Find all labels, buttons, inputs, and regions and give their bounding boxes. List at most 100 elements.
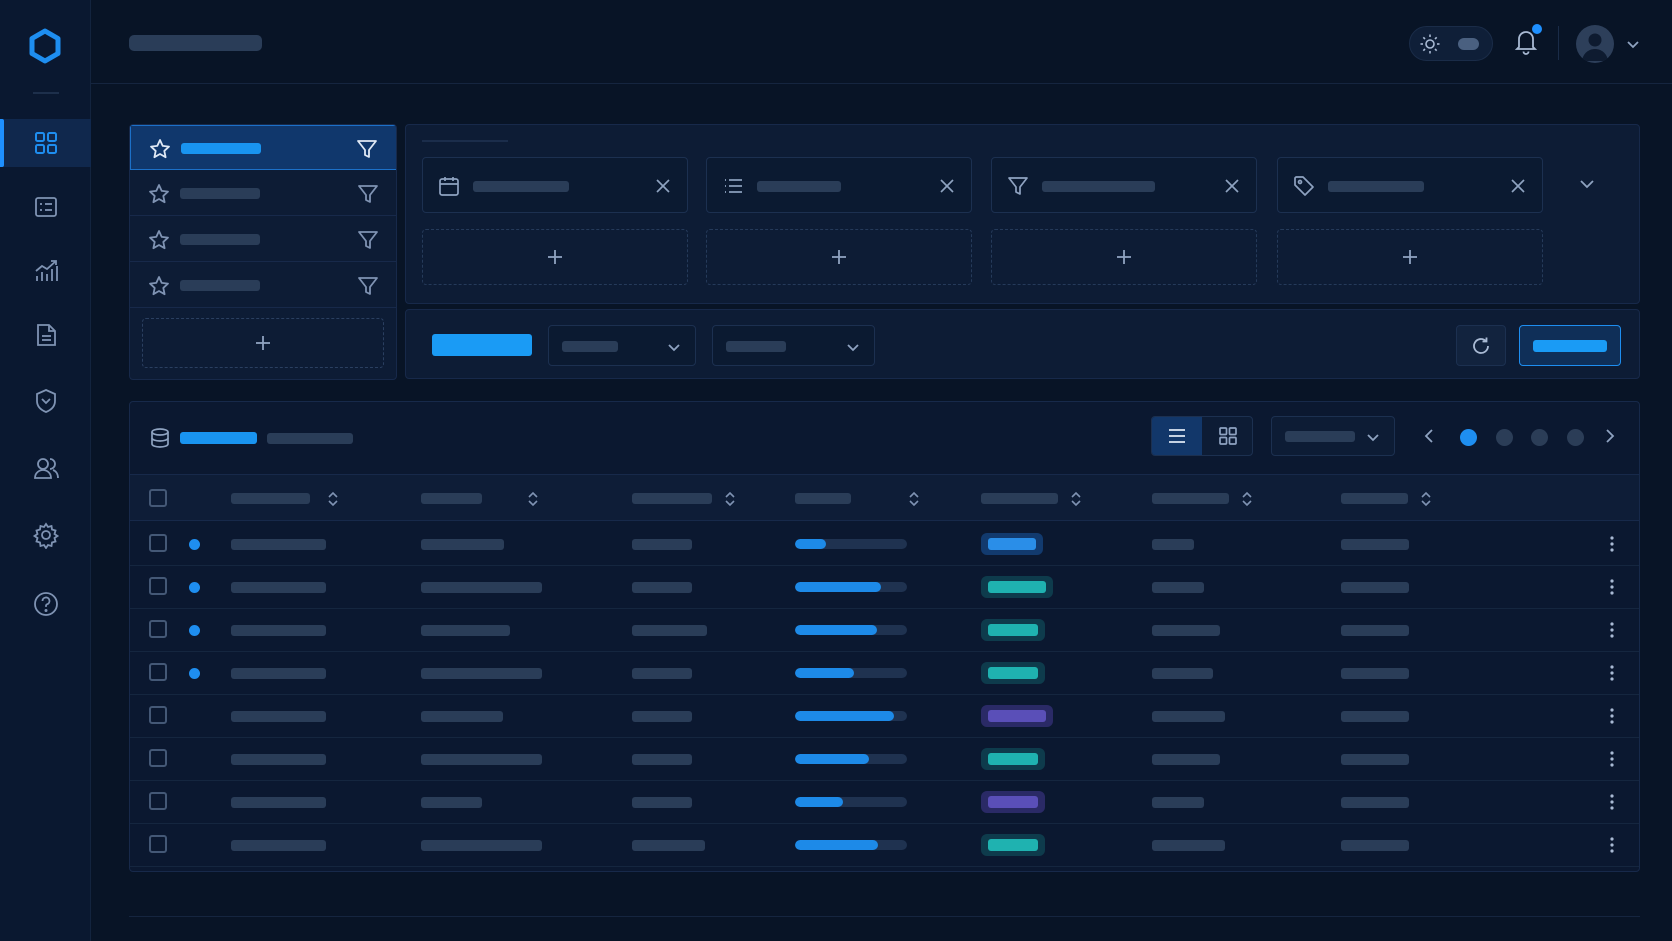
- filter-icon[interactable]: [356, 274, 380, 298]
- saved-filter-item[interactable]: [130, 125, 396, 170]
- row-checkbox[interactable]: [149, 620, 167, 638]
- more-options-icon[interactable]: [1602, 706, 1622, 726]
- cell-date: [1341, 840, 1409, 851]
- more-options-icon[interactable]: [1602, 663, 1622, 683]
- filter-icon[interactable]: [355, 137, 379, 161]
- chevron-left-icon[interactable]: [1419, 426, 1439, 446]
- saved-filter-item[interactable]: [130, 171, 396, 216]
- sort-icon[interactable]: [326, 489, 340, 509]
- sort-icon[interactable]: [907, 489, 921, 509]
- saved-filter-item[interactable]: [130, 217, 396, 262]
- page-indicator[interactable]: [1567, 429, 1584, 446]
- column-header[interactable]: [421, 493, 482, 504]
- page-size-select[interactable]: [1271, 416, 1395, 456]
- column-header[interactable]: [1152, 493, 1229, 504]
- close-icon[interactable]: [937, 176, 957, 196]
- column-header[interactable]: [1341, 493, 1408, 504]
- sidebar-item-documents[interactable]: [0, 311, 91, 359]
- cell-name: [231, 754, 326, 765]
- row-checkbox[interactable]: [149, 749, 167, 767]
- sidebar-item-analytics[interactable]: [0, 247, 91, 295]
- cell-owner: [1152, 625, 1220, 636]
- progress-fill: [795, 840, 878, 850]
- notification-badge: [1532, 24, 1542, 34]
- chevron-down-icon[interactable]: [1625, 36, 1641, 52]
- more-options-icon[interactable]: [1602, 577, 1622, 597]
- table-row[interactable]: [130, 737, 1639, 781]
- plus-icon: [256, 336, 270, 350]
- star-icon[interactable]: [149, 138, 171, 160]
- table-row[interactable]: [130, 694, 1639, 738]
- row-checkbox[interactable]: [149, 835, 167, 853]
- filter-chip-tag[interactable]: [1277, 157, 1543, 213]
- column-header[interactable]: [981, 493, 1058, 504]
- add-condition-button[interactable]: [1277, 229, 1543, 285]
- page-indicator[interactable]: [1531, 429, 1548, 446]
- sort-icon[interactable]: [1240, 489, 1254, 509]
- table-row[interactable]: [130, 565, 1639, 609]
- run-query-button[interactable]: [1519, 325, 1621, 366]
- row-checkbox[interactable]: [149, 663, 167, 681]
- star-icon[interactable]: [148, 183, 170, 205]
- table-row[interactable]: [130, 608, 1639, 652]
- star-icon[interactable]: [148, 275, 170, 297]
- run-query-label: [1533, 340, 1607, 352]
- operator-select[interactable]: [712, 325, 875, 366]
- close-icon[interactable]: [1508, 176, 1528, 196]
- column-header[interactable]: [795, 493, 851, 504]
- theme-toggle[interactable]: [1409, 26, 1493, 61]
- chevron-down-icon[interactable]: [1576, 173, 1598, 195]
- sort-icon[interactable]: [1069, 489, 1083, 509]
- page-indicator[interactable]: [1460, 429, 1477, 446]
- row-checkbox[interactable]: [149, 706, 167, 724]
- table-row[interactable]: [130, 651, 1639, 695]
- row-checkbox[interactable]: [149, 534, 167, 552]
- more-options-icon[interactable]: [1602, 620, 1622, 640]
- more-options-icon[interactable]: [1602, 835, 1622, 855]
- page-size-value: [1285, 431, 1355, 442]
- avatar[interactable]: [1576, 25, 1614, 63]
- table-row[interactable]: [130, 823, 1639, 867]
- sort-icon[interactable]: [723, 489, 737, 509]
- row-checkbox[interactable]: [149, 577, 167, 595]
- sidebar-item-settings[interactable]: [0, 511, 91, 559]
- filter-chip-filter[interactable]: [991, 157, 1257, 213]
- filter-icon[interactable]: [356, 182, 380, 206]
- close-icon[interactable]: [653, 176, 673, 196]
- grid-view-button[interactable]: [1203, 417, 1252, 455]
- field-select[interactable]: [548, 325, 696, 366]
- sidebar-item-help[interactable]: [0, 580, 91, 628]
- star-icon[interactable]: [148, 229, 170, 251]
- sidebar-item-users[interactable]: [0, 444, 91, 492]
- close-icon[interactable]: [1222, 176, 1242, 196]
- column-header[interactable]: [231, 493, 310, 504]
- sort-icon[interactable]: [526, 489, 540, 509]
- sort-icon[interactable]: [1419, 489, 1433, 509]
- cell-name: [231, 625, 326, 636]
- more-options-icon[interactable]: [1602, 792, 1622, 812]
- apply-button[interactable]: [432, 334, 532, 356]
- sidebar-item-list[interactable]: [0, 183, 91, 231]
- more-options-icon[interactable]: [1602, 749, 1622, 769]
- select-all-checkbox[interactable]: [149, 489, 167, 507]
- refresh-button[interactable]: [1456, 325, 1506, 366]
- filter-chip-date[interactable]: [422, 157, 688, 213]
- add-condition-button[interactable]: [422, 229, 688, 285]
- sidebar-item-security[interactable]: [0, 377, 91, 425]
- table-row[interactable]: [130, 780, 1639, 824]
- more-options-icon[interactable]: [1602, 534, 1622, 554]
- filter-icon[interactable]: [356, 228, 380, 252]
- saved-filter-item[interactable]: [130, 263, 396, 308]
- add-condition-button[interactable]: [706, 229, 972, 285]
- chevron-right-icon[interactable]: [1600, 426, 1620, 446]
- add-condition-button[interactable]: [991, 229, 1257, 285]
- app-logo[interactable]: [27, 28, 63, 64]
- column-header[interactable]: [632, 493, 712, 504]
- list-view-button[interactable]: [1152, 417, 1202, 455]
- sidebar-item-dashboard[interactable]: [0, 119, 91, 167]
- filter-chip-list[interactable]: [706, 157, 972, 213]
- row-checkbox[interactable]: [149, 792, 167, 810]
- add-saved-filter-button[interactable]: [142, 318, 384, 368]
- page-indicator[interactable]: [1496, 429, 1513, 446]
- table-row[interactable]: [130, 522, 1639, 566]
